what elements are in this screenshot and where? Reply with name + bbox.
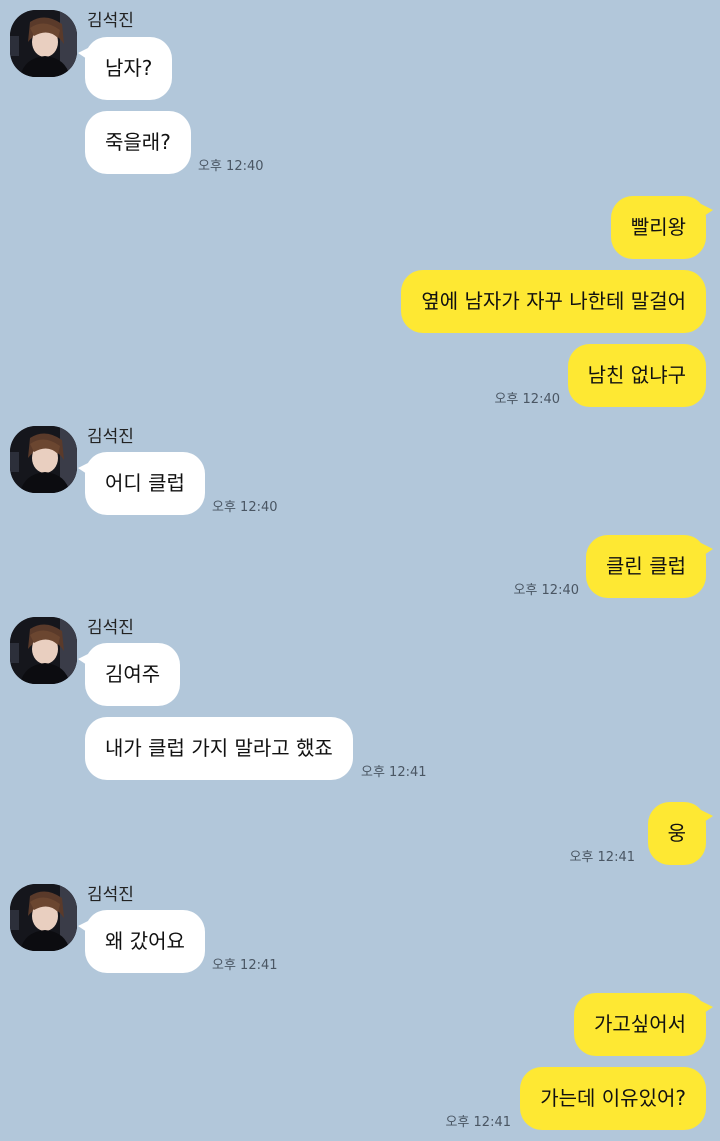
contact-avatar[interactable] xyxy=(10,617,77,684)
contact-avatar[interactable] xyxy=(10,10,77,77)
message-timestamp: 오후 12:40 xyxy=(513,583,579,598)
message-timestamp: 오후 12:41 xyxy=(569,850,635,865)
message-timestamp: 오후 12:41 xyxy=(445,1115,511,1130)
chat-room: 김석진 남자? 죽을래? 오후 12:40 빨리왕 옆에 남자가 자꾸 나한테 … xyxy=(0,0,720,1141)
avatar-image xyxy=(10,884,77,951)
sender-name: 김석진 xyxy=(87,618,134,638)
incoming-message-bubble[interactable]: 왜 갔어요 xyxy=(78,910,205,973)
message-timestamp: 오후 12:40 xyxy=(494,392,560,407)
message-timestamp: 오후 12:40 xyxy=(212,500,278,515)
sender-name: 김석진 xyxy=(87,885,134,905)
message-timestamp: 오후 12:41 xyxy=(361,765,427,780)
sender-name: 김석진 xyxy=(87,427,134,447)
incoming-message-bubble[interactable]: 김여주 xyxy=(77,643,181,706)
outgoing-message-bubble[interactable]: 웅 xyxy=(647,802,714,865)
outgoing-message-bubble[interactable]: 가고싶어서 xyxy=(574,993,713,1056)
incoming-message-bubble[interactable]: 남자? xyxy=(77,37,173,100)
contact-avatar[interactable] xyxy=(10,884,77,951)
outgoing-message-bubble[interactable]: 남친 없냐구 xyxy=(567,344,706,407)
avatar-image xyxy=(10,617,77,684)
incoming-message-bubble[interactable]: 죽을래? xyxy=(85,111,191,174)
message-timestamp: 오후 12:41 xyxy=(212,958,278,973)
outgoing-message-bubble[interactable]: 가는데 이유있어? xyxy=(520,1067,706,1130)
outgoing-message-bubble[interactable]: 빨리왕 xyxy=(610,196,714,259)
avatar-image xyxy=(10,426,77,493)
incoming-message-bubble[interactable]: 어디 클럽 xyxy=(78,452,205,515)
contact-avatar[interactable] xyxy=(10,426,77,493)
sender-name: 김석진 xyxy=(87,11,134,31)
outgoing-message-bubble[interactable]: 클린 클럽 xyxy=(586,535,713,598)
outgoing-message-bubble[interactable]: 옆에 남자가 자꾸 나한테 말걸어 xyxy=(401,270,706,333)
avatar-image xyxy=(10,10,77,77)
incoming-message-bubble[interactable]: 내가 클럽 가지 말라고 했죠 xyxy=(85,717,353,780)
message-timestamp: 오후 12:40 xyxy=(198,159,264,174)
